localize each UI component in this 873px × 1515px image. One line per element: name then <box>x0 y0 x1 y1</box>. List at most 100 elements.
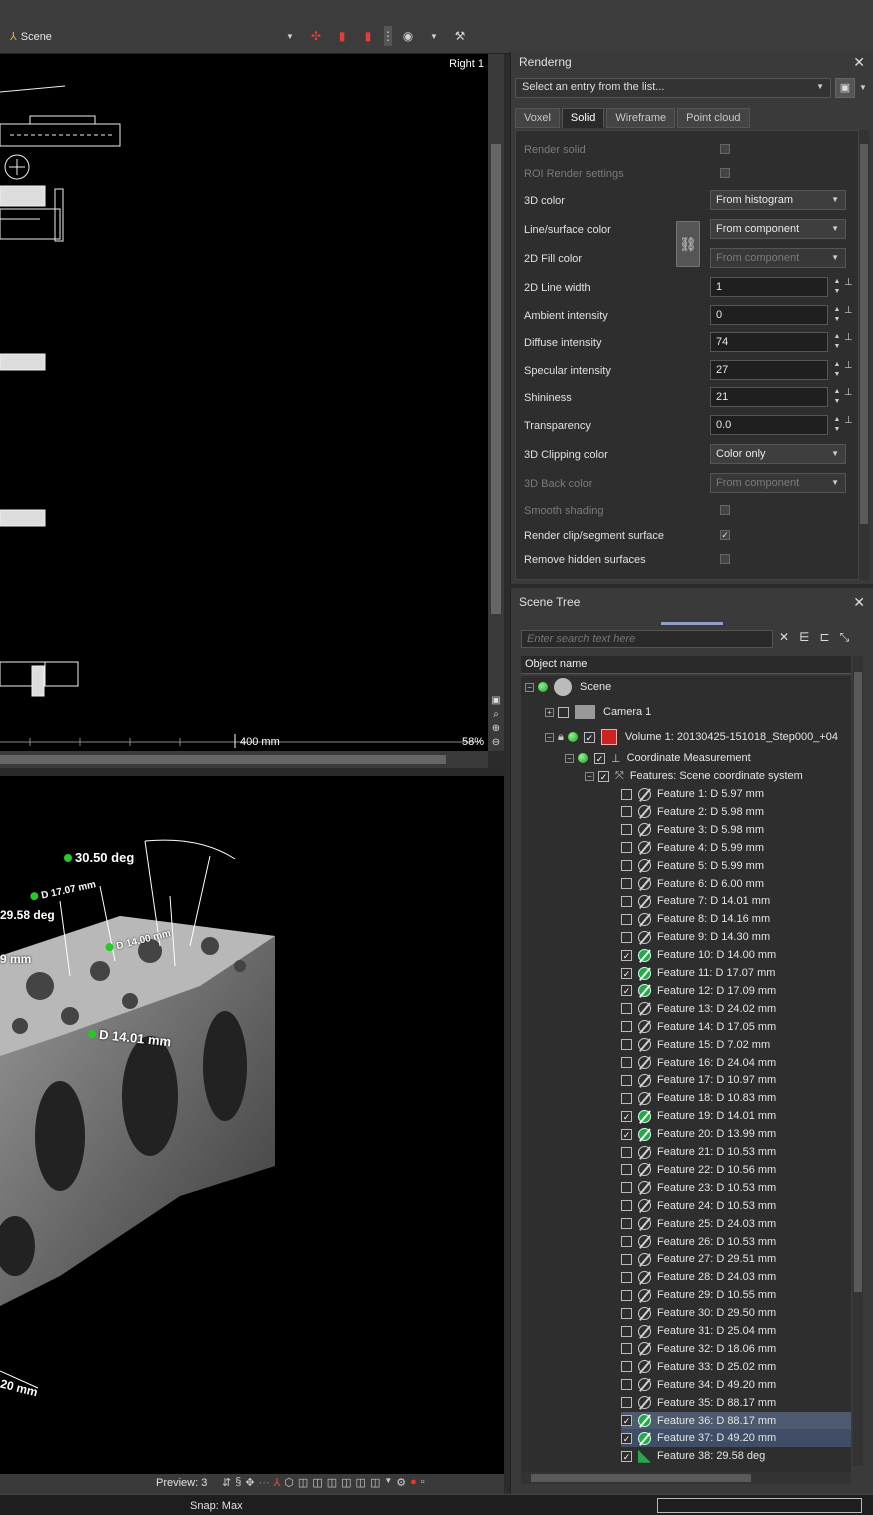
feature-checkbox[interactable]: ✓ <box>621 949 632 961</box>
tree-node-feature[interactable]: Feature 9: D 14.30 mm <box>621 928 851 946</box>
scroll-thumb[interactable] <box>854 672 862 1292</box>
feature-checkbox[interactable] <box>621 1164 632 1176</box>
feature-checkbox[interactable] <box>621 1146 632 1158</box>
ambient-input[interactable]: 0 <box>710 305 828 325</box>
scroll-thumb[interactable] <box>0 755 446 764</box>
color-3d-select[interactable]: From histogram ▼ <box>710 190 846 210</box>
scene-tree-horizontal-scrollbar[interactable] <box>521 1472 851 1484</box>
tree-node-feature[interactable]: Feature 5: D 5.99 mm <box>621 857 851 875</box>
feature-checkbox[interactable] <box>621 1361 632 1373</box>
annotation-angle-2[interactable]: 29.58 deg <box>0 908 55 922</box>
spinner-icon[interactable]: ▲ ▼ <box>832 415 842 435</box>
viewport-2d[interactable]: Right 1 400 mm 58% <box>0 54 488 751</box>
tree-node-feature[interactable]: Feature 32: D 18.06 mm <box>621 1340 851 1358</box>
feature-checkbox[interactable] <box>621 895 632 907</box>
view-top-icon[interactable]: ◫ <box>356 1476 366 1489</box>
tree-node-feature[interactable]: Feature 7: D 14.01 mm <box>621 892 851 910</box>
close-view-icon[interactable]: ▫ <box>421 1476 425 1489</box>
tree-node-feature[interactable]: Feature 34: D 49.20 mm <box>621 1376 851 1394</box>
feature-checkbox[interactable] <box>621 1182 632 1194</box>
visibility-dot-icon[interactable] <box>538 682 548 692</box>
feature-checkbox[interactable] <box>621 931 632 943</box>
feature-checkbox[interactable] <box>621 1021 632 1033</box>
tree-node-feature[interactable]: Feature 30: D 29.50 mm <box>621 1304 851 1322</box>
clipping-select[interactable]: Color only ▼ <box>710 444 846 464</box>
clear-search-icon[interactable]: ✕ <box>779 630 789 645</box>
tree-node-feature[interactable]: Feature 16: D 24.04 mm <box>621 1054 851 1072</box>
feature-checkbox[interactable] <box>621 1289 632 1301</box>
axes-icon[interactable]: ⅄ <box>274 1476 281 1489</box>
tree-node-feature[interactable]: ✓ Feature 38: 29.58 deg <box>621 1447 851 1465</box>
render-properties-scrollbar[interactable] <box>859 130 869 580</box>
lock-icon[interactable]: 🔒︎ <box>558 731 564 744</box>
fill-2d-select[interactable]: From component ▼ <box>710 248 846 268</box>
tree-node-feature[interactable]: Feature 28: D 24.03 mm <box>621 1268 851 1286</box>
navigation-icon[interactable]: ✣ <box>306 26 326 46</box>
tree-node-feature[interactable]: ✓ Feature 12: D 17.09 mm <box>621 982 851 1000</box>
scene-tree-scrollbar[interactable] <box>853 656 863 1466</box>
expand-icon[interactable]: + <box>545 707 554 717</box>
specular-input[interactable]: 27 <box>710 360 828 380</box>
smooth-shading-checkbox[interactable] <box>720 505 730 515</box>
feature-checkbox[interactable] <box>621 913 632 925</box>
tree-node-feature[interactable]: Feature 33: D 25.02 mm <box>621 1358 851 1376</box>
tools-icon[interactable]: ⚒ <box>450 26 470 46</box>
spinner-icon[interactable]: ⇵ <box>222 1476 231 1489</box>
spinner-icon[interactable]: ▲ ▼ <box>832 360 842 380</box>
spinner-icon[interactable]: ▲ ▼ <box>832 277 842 297</box>
feature-checkbox[interactable] <box>621 842 632 854</box>
tab-point-cloud[interactable]: Point cloud <box>677 108 750 128</box>
tree-node-feature[interactable]: ✓ Feature 37: D 49.20 mm <box>621 1429 851 1448</box>
tree-node-feature[interactable]: Feature 23: D 10.53 mm <box>621 1179 851 1197</box>
zoom-icon[interactable]: ⌕ <box>489 708 503 722</box>
tree-node-feature[interactable]: Feature 13: D 24.02 mm <box>621 1000 851 1018</box>
feature-checkbox[interactable] <box>621 860 632 872</box>
viewport-3d[interactable]: 30.50 deg 29.58 deg D 17.07 mm D 14.00 m… <box>0 776 504 1474</box>
search-input[interactable] <box>521 630 773 648</box>
tree-node-feature[interactable]: ✓ Feature 20: D 13.99 mm <box>621 1125 851 1143</box>
tree-node-feature[interactable]: Feature 31: D 25.04 mm <box>621 1322 851 1340</box>
tab-voxel[interactable]: Voxel <box>515 108 560 128</box>
feature-checkbox[interactable] <box>621 806 632 818</box>
tree-node-feature[interactable]: Feature 4: D 5.99 mm <box>621 839 851 857</box>
slider-icon[interactable]: ⊥ <box>844 305 853 325</box>
feature-checkbox[interactable]: ✓ <box>621 1450 632 1462</box>
close-icon[interactable]: ✕ <box>853 594 865 611</box>
feature-checkbox[interactable]: ✓ <box>621 967 632 979</box>
render-clip-checkbox[interactable]: ✓ <box>720 530 730 540</box>
zoom-out-icon[interactable]: ⊖ <box>489 736 503 750</box>
tree-node-feature[interactable]: Feature 15: D 7.02 mm <box>621 1036 851 1054</box>
feature-checkbox[interactable] <box>621 1397 632 1409</box>
view-bottom-icon[interactable]: ◫ <box>370 1476 380 1489</box>
viewport-horizontal-scrollbar[interactable] <box>0 751 488 768</box>
feature-checkbox[interactable]: ✓ <box>621 1128 632 1140</box>
tree-node-feature[interactable]: Feature 24: D 10.53 mm <box>621 1197 851 1215</box>
feature-checkbox[interactable] <box>621 1343 632 1355</box>
close-icon[interactable]: ✕ <box>853 54 865 71</box>
slider-icon[interactable]: ⊥ <box>844 332 853 352</box>
tree-node-feature[interactable]: Feature 26: D 10.53 mm <box>621 1233 851 1251</box>
roi-render-checkbox[interactable] <box>720 168 730 178</box>
slider-icon[interactable]: ⊥ <box>844 360 853 380</box>
viewport-splitter[interactable] <box>0 768 504 776</box>
view-front-icon[interactable]: ◫ <box>298 1476 308 1489</box>
tree-node-camera[interactable]: + Camera 1 <box>545 703 651 721</box>
bookmark-icon[interactable]: ▮ <box>332 26 352 46</box>
move-icon[interactable]: ✥ <box>245 1476 254 1489</box>
tree-node-feature[interactable]: Feature 21: D 10.53 mm <box>621 1143 851 1161</box>
bookmark-edit-icon[interactable]: ▮ <box>358 26 378 46</box>
slider-icon[interactable]: ⊥ <box>844 277 853 297</box>
feature-checkbox[interactable] <box>621 1325 632 1337</box>
spinner-icon[interactable]: ▲ ▼ <box>832 387 842 407</box>
annotation-angle-1[interactable]: 30.50 deg <box>64 850 134 865</box>
diffuse-input[interactable]: 74 <box>710 332 828 352</box>
feature-checkbox[interactable] <box>621 824 632 836</box>
visibility-icon[interactable]: ◉ <box>398 26 418 46</box>
tree-node-feature[interactable]: Feature 25: D 24.03 mm <box>621 1215 851 1233</box>
tree-node-coordinate-measurement[interactable]: − ✓ ⊥ Coordinate Measurement <box>565 749 751 767</box>
scroll-thumb[interactable] <box>860 144 868 524</box>
feature-checkbox[interactable] <box>621 1253 632 1265</box>
feature-checkbox[interactable] <box>621 1236 632 1247</box>
transparency-input[interactable]: 0.0 <box>710 415 828 435</box>
tree-node-feature[interactable]: Feature 22: D 10.56 mm <box>621 1161 851 1179</box>
